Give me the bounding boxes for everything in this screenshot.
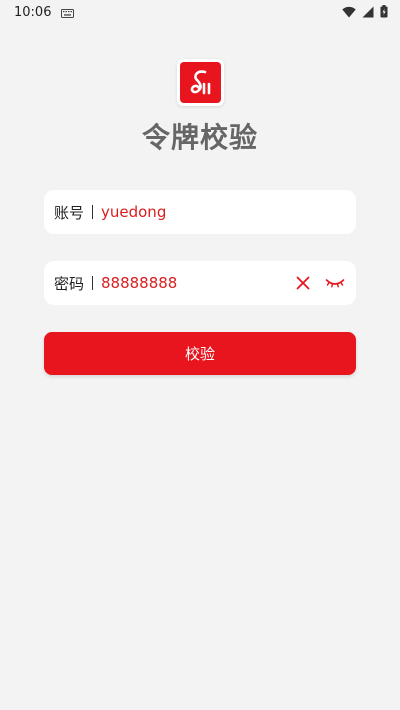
password-actions xyxy=(292,272,346,294)
account-field[interactable]: 账号 xyxy=(44,190,356,234)
field-divider xyxy=(92,205,93,219)
status-right xyxy=(342,3,388,22)
eye-closed-icon[interactable] xyxy=(324,272,346,294)
signal-icon xyxy=(362,3,374,22)
status-time: 10:06 xyxy=(14,4,52,20)
verify-button[interactable]: 校验 xyxy=(44,332,356,375)
clear-icon[interactable] xyxy=(292,272,314,294)
wifi-icon xyxy=(342,3,356,22)
account-label: 账号 xyxy=(54,203,85,222)
status-left: 10:06 xyxy=(14,3,75,22)
keyboard-icon xyxy=(61,3,75,22)
app-logo xyxy=(177,59,224,106)
password-field[interactable]: 密码 xyxy=(44,261,356,305)
screen: 10:06 令牌校验 账号 yuedong 密码 88888888 校验 xyxy=(0,0,400,710)
account-input[interactable] xyxy=(101,197,346,227)
password-input[interactable] xyxy=(101,268,292,298)
app-logo-icon xyxy=(180,62,221,103)
battery-icon xyxy=(380,3,388,22)
status-bar: 10:06 xyxy=(0,0,400,24)
password-label: 密码 xyxy=(54,274,85,293)
field-divider xyxy=(92,276,93,290)
page-title: 令牌校验 xyxy=(141,121,258,154)
